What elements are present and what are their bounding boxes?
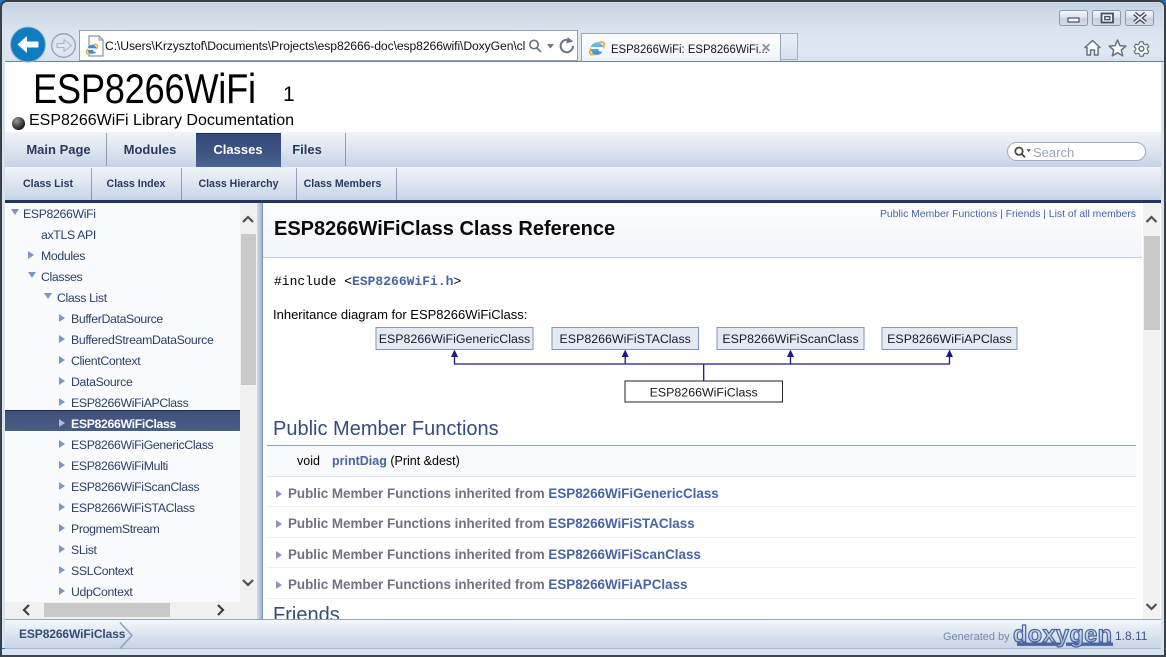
svg-text:ESP8266WiFiScanClass: ESP8266WiFiScanClass bbox=[722, 332, 858, 346]
svg-text:ESP8266WiFiClass: ESP8266WiFiClass bbox=[650, 385, 758, 399]
svg-text:ESP8266WiFiSTAClass: ESP8266WiFiSTAClass bbox=[560, 332, 691, 346]
svg-text:ESP8266WiFiAPClass: ESP8266WiFiAPClass bbox=[887, 332, 1012, 346]
svg-text:ESP8266WiFiGenericClass: ESP8266WiFiGenericClass bbox=[379, 332, 531, 346]
svg-text:doxygen: doxygen bbox=[1013, 621, 1112, 647]
